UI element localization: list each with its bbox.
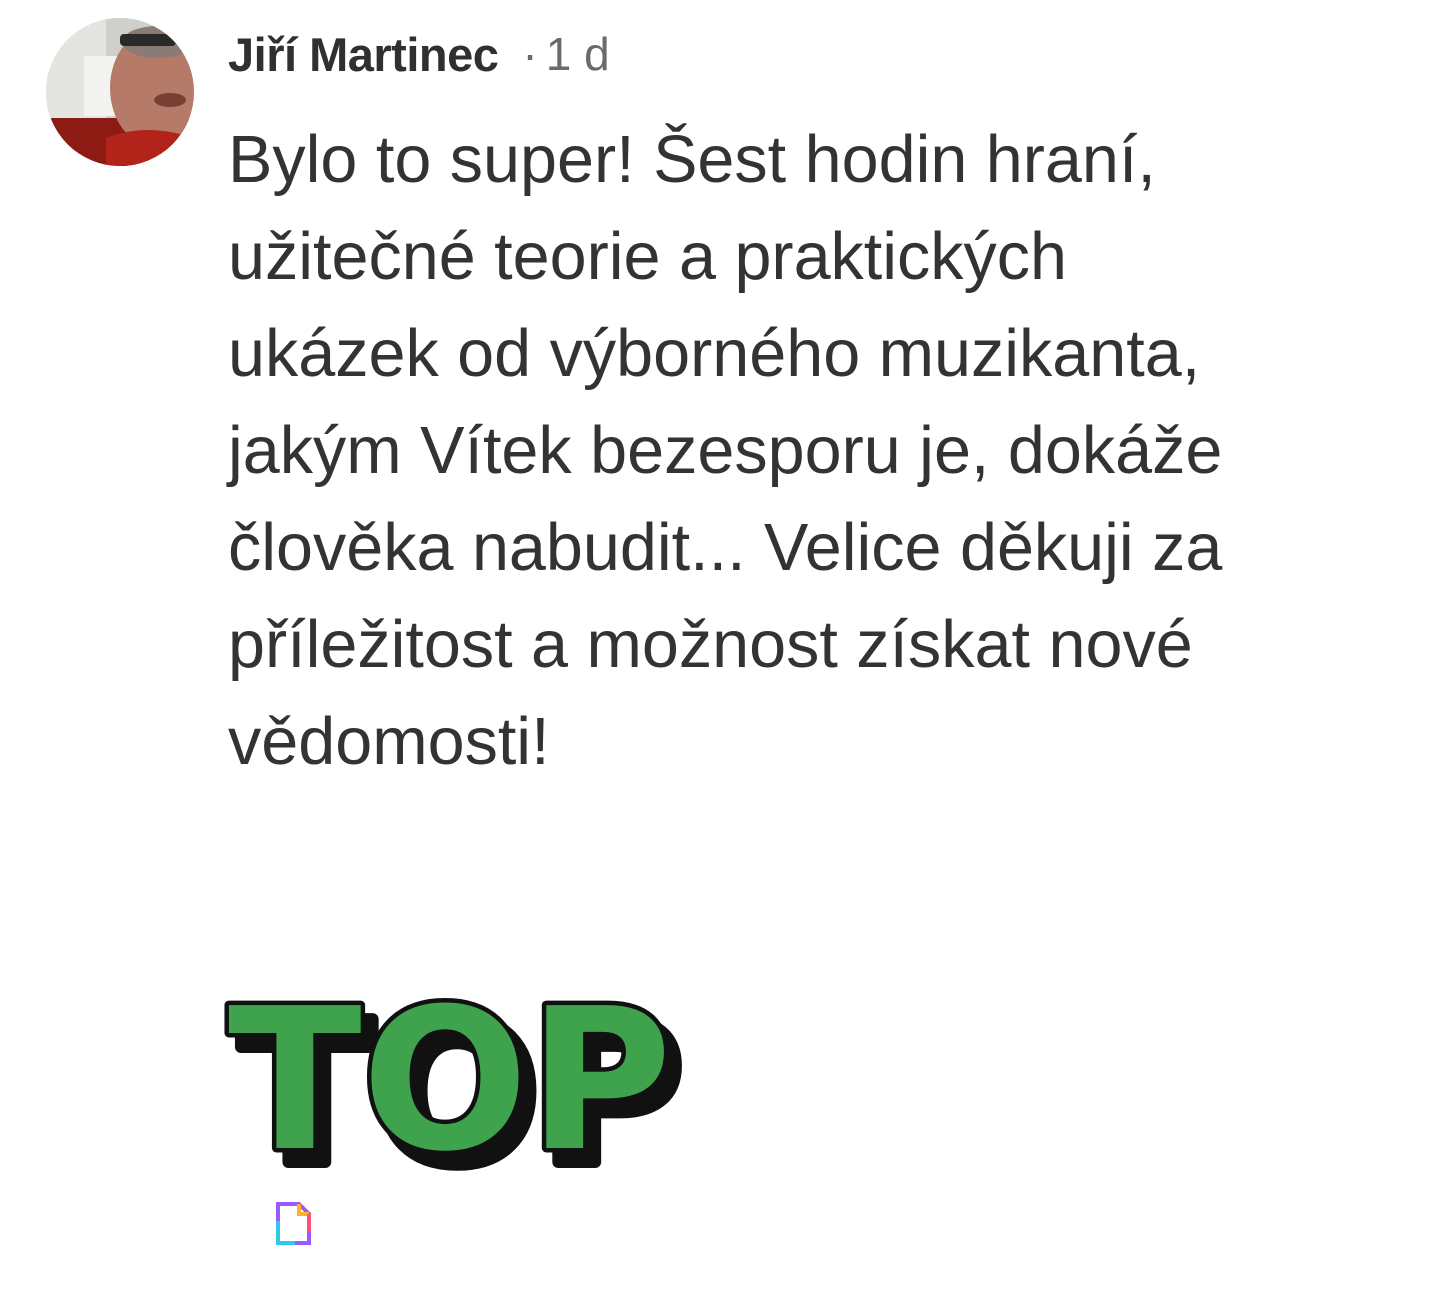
avatar[interactable]	[46, 18, 194, 166]
author-name[interactable]: Jiří Martinec	[228, 27, 499, 82]
comment-body: Bylo to super! Šest hodin hraní, užitečn…	[228, 123, 1223, 779]
sticker-text: TOP	[228, 967, 672, 1171]
comment-timestamp[interactable]: 1 d	[546, 27, 610, 81]
file-icon[interactable]	[275, 1201, 312, 1246]
top-sticker[interactable]: TOP TOP	[220, 963, 690, 1216]
comment: Jiří Martinec · 1 d Bylo to super! Šest …	[0, 0, 1439, 1293]
top-sticker-graphic: TOP TOP	[224, 963, 690, 1216]
meta-separator: ·	[522, 28, 538, 80]
comment-header: Jiří Martinec · 1 d	[228, 22, 610, 86]
user-avatar-photo	[46, 18, 194, 166]
